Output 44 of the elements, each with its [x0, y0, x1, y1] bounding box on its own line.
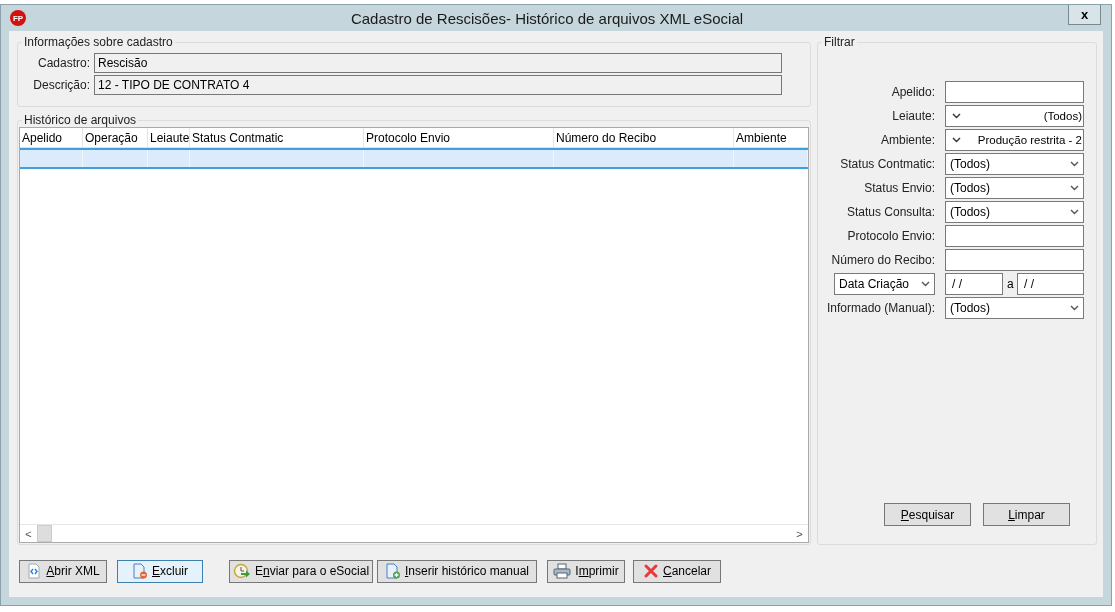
- field-label: Número do Recibo:: [831, 253, 935, 267]
- action-button[interactable]: Abrir XML: [19, 559, 107, 583]
- readonly-field: 12 - TIPO DE CONTRATO 4: [94, 75, 782, 95]
- field-label: Descrição:: [32, 78, 90, 92]
- date-field[interactable]: / /: [945, 273, 1003, 295]
- field-label: Status Envio:: [864, 181, 935, 195]
- column-header[interactable]: Protocolo Envio: [364, 128, 554, 147]
- column-header[interactable]: Leiaute: [148, 128, 190, 147]
- dropdown[interactable]: (Todos): [945, 105, 1084, 127]
- dropdown[interactable]: (Todos): [945, 297, 1084, 319]
- dropdown[interactable]: (Todos): [945, 177, 1084, 199]
- filter-button[interactable]: Limpar: [983, 503, 1070, 526]
- field-label: Status Contmatic:: [840, 157, 935, 171]
- column-header[interactable]: Número do Recibo: [554, 128, 734, 147]
- action-button[interactable]: Inserir histórico manual: [377, 559, 537, 583]
- date-field[interactable]: / /: [1017, 273, 1084, 295]
- dropdown[interactable]: (Todos): [945, 153, 1084, 175]
- readonly-field: Rescisão: [94, 53, 782, 73]
- group-legend: Histórico de arquivos: [22, 113, 139, 127]
- field-label: Ambiente:: [880, 133, 935, 147]
- column-header[interactable]: Ambiente: [734, 128, 808, 147]
- field-label: Status Consulta:: [846, 205, 935, 219]
- action-button[interactable]: Imprimir: [547, 559, 625, 583]
- app-logo: FP: [10, 10, 26, 26]
- column-header[interactable]: Status Contmatic: [190, 128, 364, 147]
- field-label: Informado (Manual):: [826, 301, 935, 315]
- range-separator: a: [1007, 277, 1013, 291]
- dropdown[interactable]: (Todos): [945, 201, 1084, 223]
- field-label: Apelido:: [891, 85, 935, 99]
- column-header[interactable]: Operação: [83, 128, 148, 147]
- filter-button[interactable]: Pesquisar: [884, 503, 971, 526]
- action-button[interactable]: Enviar para o eSocial: [229, 559, 373, 583]
- dropdown[interactable]: Produção restrita - 2: [945, 129, 1084, 151]
- action-button[interactable]: Cancelar: [633, 559, 721, 583]
- date-type-dropdown[interactable]: Data Criação: [834, 273, 935, 295]
- close-button[interactable]: x: [1068, 5, 1101, 25]
- field-label: Leiaute:: [892, 109, 935, 123]
- column-header[interactable]: Apelido: [20, 128, 83, 147]
- group-legend: Filtrar: [822, 35, 857, 49]
- action-button[interactable]: Excluir: [117, 559, 203, 583]
- field-label: Protocolo Envio:: [847, 229, 935, 243]
- window-title: Cadastro de Rescisões- Histórico de arquivos XML eSocial: [349, 9, 745, 27]
- group-legend: Informações sobre cadastro: [22, 35, 175, 49]
- field-label: Cadastro:: [36, 56, 90, 70]
